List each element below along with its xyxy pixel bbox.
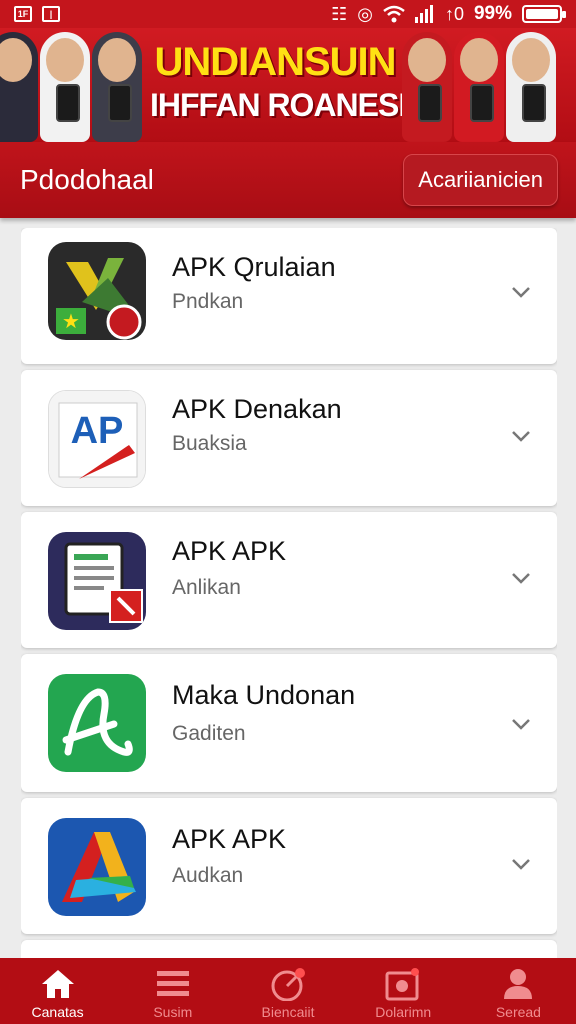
chevron-down-icon[interactable] — [511, 854, 531, 874]
app-icon-4 — [48, 674, 146, 772]
app-icon-3 — [48, 532, 146, 630]
battery-icon — [522, 5, 566, 23]
app-subtitle: Gaditen — [172, 722, 246, 745]
banner-person — [90, 28, 142, 142]
banner-person — [0, 28, 38, 142]
nav-label: Dolarimn — [375, 1004, 432, 1020]
app-icon-5 — [48, 818, 146, 916]
banner-people-right — [400, 28, 556, 142]
battery-fill — [526, 9, 558, 19]
chevron-down-icon[interactable] — [511, 282, 531, 302]
nav-label: Canatas — [31, 1004, 84, 1020]
wifi-icon — [383, 5, 405, 23]
app-subtitle: Audkan — [172, 864, 244, 887]
signal-icon — [414, 5, 433, 23]
list-item[interactable]: AP APK Denakan Buaksia — [21, 370, 557, 506]
nav-item-gauge[interactable]: Biencaiit — [230, 958, 345, 1024]
nav-label: Seread — [495, 1004, 541, 1020]
app-subtitle: Buaksia — [172, 432, 247, 455]
app-title: APK Qrulaian — [172, 252, 336, 282]
banner-people-left — [0, 28, 142, 142]
notification-icon: | — [42, 6, 60, 22]
banner-text: UNDIANSUIN IHFFAN ROANESIA — [150, 38, 429, 134]
list-item[interactable]: APK APK Audkan — [21, 798, 557, 934]
header-action-button[interactable]: Acariianicien — [403, 154, 558, 206]
nav-item-photo[interactable]: Dolarimn — [346, 958, 461, 1024]
app-subtitle: Pndkan — [172, 290, 244, 313]
app-title: Maka Undonan — [172, 680, 356, 710]
banner-person — [38, 28, 90, 142]
app-icon-1: ★ — [48, 242, 146, 340]
banner-subtitle: IHFFAN ROANESIA — [150, 87, 429, 123]
nav-item-profile[interactable]: Seread — [461, 958, 576, 1024]
app-title: APK APK — [172, 824, 287, 854]
banner-person — [452, 28, 504, 142]
photo-icon — [385, 966, 421, 1002]
bottom-nav: Canatas Susim Biencaiit Dolarimn Seread — [0, 958, 576, 1024]
data-icon: ↑0 — [444, 3, 464, 24]
banner-person — [504, 28, 556, 142]
chevron-down-icon[interactable] — [511, 426, 531, 446]
svg-text:AP: AP — [71, 410, 124, 452]
nav-item-list[interactable]: Susim — [115, 958, 230, 1024]
list-item[interactable]: Maka Undonan Gaditen — [21, 654, 557, 792]
app-bar: Pdodohaal Acariianicien — [0, 142, 576, 218]
banner-title: UNDIANSUIN — [154, 40, 396, 84]
chevron-down-icon[interactable] — [511, 568, 531, 588]
app-icon-2: AP — [48, 390, 146, 488]
nav-label: Susim — [153, 1004, 193, 1020]
home-icon — [40, 966, 76, 1002]
vibrate-icon: ☷ — [331, 3, 348, 24]
list-item[interactable]: APK APK Anlikan — [21, 512, 557, 648]
banner-person — [400, 28, 452, 142]
app-title: APK Denakan — [172, 394, 342, 424]
sim-icon: 1F — [14, 6, 32, 22]
list-item[interactable] — [21, 940, 557, 958]
status-bar: 1F | ☷ ◎ ↑0 99% — [0, 0, 576, 28]
list-icon — [155, 966, 191, 1002]
nav-item-home[interactable]: Canatas — [0, 958, 115, 1024]
chevron-down-icon[interactable] — [511, 714, 531, 734]
app-subtitle: Anlikan — [172, 576, 241, 599]
list-item[interactable]: ★ APK Qrulaian Pndkan — [21, 228, 557, 364]
alarm-icon: ◎ — [357, 3, 373, 24]
app-list[interactable]: ★ APK Qrulaian Pndkan AP APK Denakan Bua… — [21, 228, 557, 958]
battery-percent: 99% — [473, 3, 512, 24]
app-title: APK APK — [172, 536, 287, 566]
page-title: Pdodohaal — [20, 164, 154, 195]
nav-label: Biencaiit — [261, 1004, 315, 1020]
profile-icon — [500, 966, 536, 1002]
promo-banner[interactable]: UNDIANSUIN IHFFAN ROANESIA — [0, 28, 576, 142]
gauge-icon — [270, 966, 306, 1002]
svg-text:★: ★ — [62, 311, 80, 333]
